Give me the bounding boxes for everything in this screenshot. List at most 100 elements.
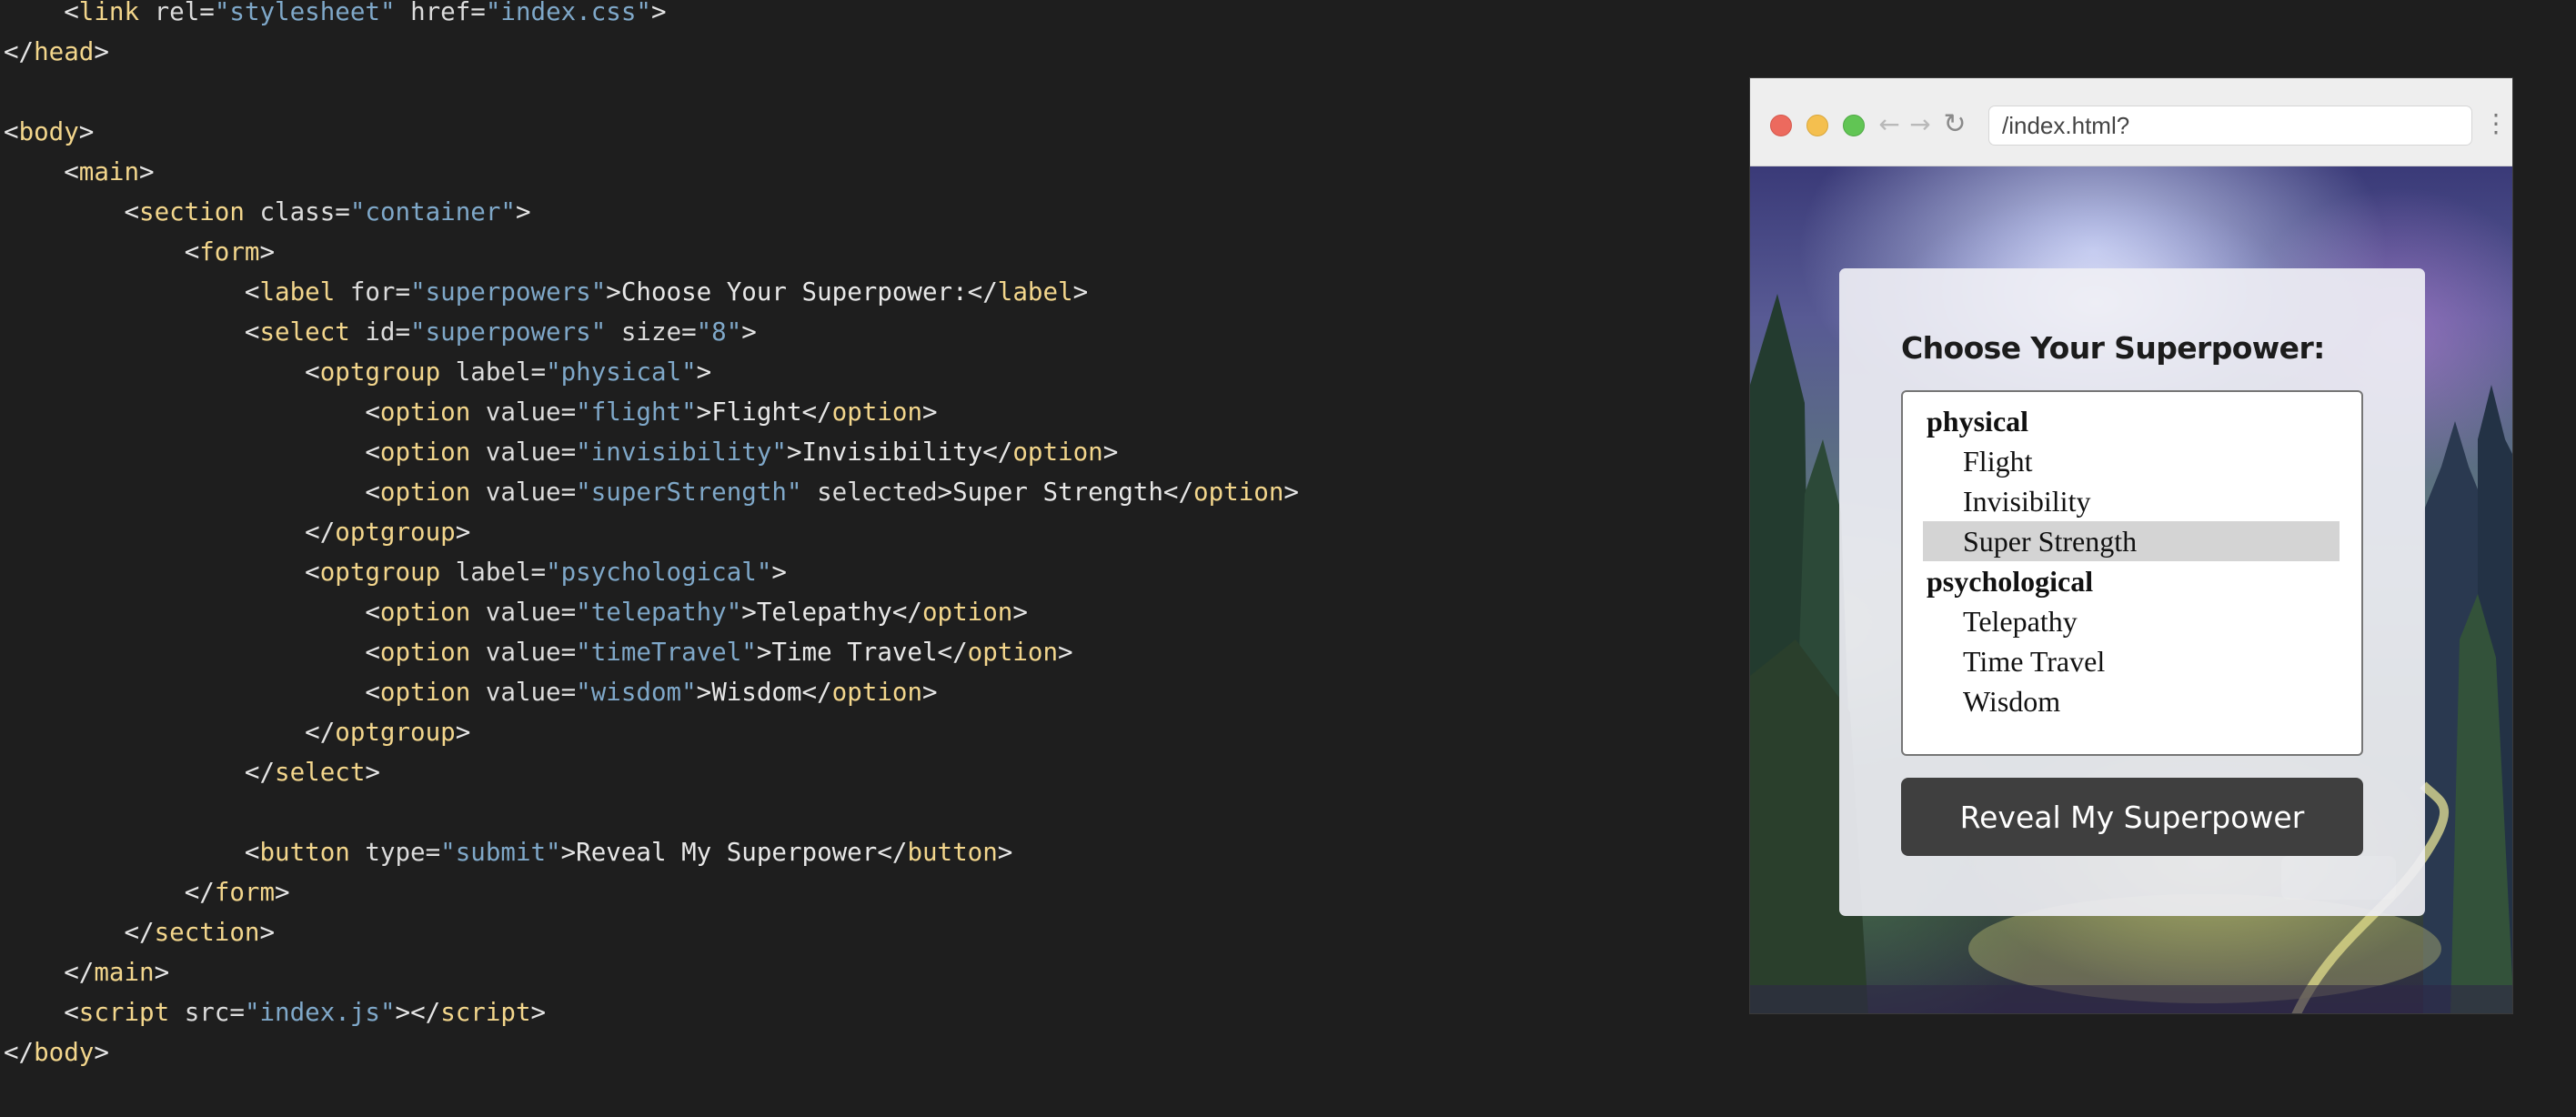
code-token-punct: </ — [891, 598, 922, 627]
code-line: </select> — [4, 752, 380, 792]
code-token-punct: > — [275, 878, 290, 907]
code-token-punct: > — [1058, 638, 1073, 667]
code-token-text: Super Strength — [952, 478, 1163, 507]
code-token-tag: section — [154, 918, 260, 947]
code-token-tag: form — [199, 237, 260, 267]
code-token-str: "psychological" — [546, 558, 772, 587]
code-token-punct: < — [244, 277, 260, 307]
code-token-attr: value= — [470, 397, 577, 427]
code-token-punct: > — [786, 438, 802, 467]
code-token-punct: > — [922, 678, 938, 707]
code-line: <button type="submit">Reveal My Superpow… — [4, 832, 1012, 872]
option-selected[interactable]: Super Strength — [1923, 521, 2340, 561]
close-window-button[interactable] — [1770, 115, 1792, 136]
code-line: </section> — [4, 912, 275, 952]
code-token-punct: < — [365, 397, 380, 427]
code-token-tag: button — [259, 838, 350, 867]
select-option[interactable]: Invisibility — [1923, 481, 2340, 521]
code-line: <script src="index.js"></script> — [4, 992, 546, 1032]
code-line: </optgroup> — [4, 712, 470, 752]
code-token-text: Wisdom — [711, 678, 802, 707]
code-token-tag: label — [997, 277, 1073, 307]
kebab-menu-icon[interactable]: ⋮ — [2483, 104, 2509, 144]
code-token-str: "submit" — [440, 838, 561, 867]
code-token-punct: </ — [124, 918, 155, 947]
code-token-punct: </ — [305, 718, 336, 747]
maximize-window-button[interactable] — [1843, 115, 1865, 136]
code-editor[interactable]: <link rel="stylesheet" href="index.css">… — [0, 0, 1728, 1117]
code-token-punct: </ — [937, 638, 968, 667]
code-token-punct: > — [650, 0, 667, 26]
code-token-str: "superpowers" — [410, 317, 607, 347]
watermark — [2281, 856, 2396, 900]
optgroup-label: physical — [1927, 405, 2029, 438]
code-token-punct: > — [259, 918, 276, 947]
code-line: <optgroup label="physical"> — [4, 352, 711, 392]
code-line: <option value="wisdom">Wisdom</option> — [4, 672, 938, 712]
code-token-tag: main — [94, 958, 155, 987]
code-token-tag: link — [78, 0, 140, 26]
code-token-punct: > — [756, 638, 772, 667]
code-token-text: Flight — [711, 397, 802, 427]
arrow-left-icon[interactable]: ← — [1876, 109, 1903, 140]
minimize-window-button[interactable] — [1806, 115, 1828, 136]
code-token-attr: value= — [470, 638, 577, 667]
code-line: <option value="invisibility">Invisibilit… — [4, 432, 1118, 472]
code-token-punct: > — [515, 197, 531, 226]
reveal-superpower-button[interactable]: Reveal My Superpower — [1901, 778, 2363, 856]
code-token-tag: option — [922, 598, 1013, 627]
code-line: <option value="timeTravel">Time Travel</… — [4, 632, 1073, 672]
select-option[interactable]: Time Travel — [1923, 641, 2340, 681]
select-option[interactable]: Flight — [1923, 441, 2340, 481]
code-token-str: "index.css" — [485, 0, 651, 26]
code-token-punct: > — [560, 838, 577, 867]
superpowers-select[interactable]: physical Flight Invisibility Super Strength… — [1901, 390, 2363, 756]
address-bar[interactable]: /index.html? — [1988, 106, 2472, 146]
code-line: </form> — [4, 872, 290, 912]
code-token-punct: < — [305, 558, 320, 587]
code-token-tag: optgroup — [335, 718, 456, 747]
code-token-tag: option — [831, 678, 922, 707]
code-token-punct: < — [244, 838, 260, 867]
code-token-attr: value= — [470, 598, 577, 627]
optgroup-label: psychological — [1927, 565, 2094, 598]
code-token-str: "index.js" — [244, 998, 396, 1027]
code-token-punct: </ — [967, 277, 998, 307]
code-token-attr: href= — [395, 0, 486, 26]
code-token-tag: option — [379, 438, 471, 467]
code-line: <body> — [4, 112, 94, 152]
code-token-punct: < — [244, 317, 260, 347]
code-token-tag: body — [34, 1038, 95, 1067]
code-token-punct: > — [1072, 277, 1089, 307]
select-option[interactable]: Telepathy — [1923, 601, 2340, 641]
code-token-punct: > — [696, 357, 712, 387]
arrow-right-icon[interactable]: → — [1907, 109, 1934, 140]
code-token-tag: option — [379, 678, 471, 707]
code-token-tag: select — [259, 317, 350, 347]
code-token-punct: < — [184, 237, 200, 267]
code-token-tag: main — [78, 157, 140, 186]
superpower-label: Choose Your Superpower: — [1901, 330, 2325, 366]
page-viewport: Choose Your Superpower: physical Flight In… — [1750, 166, 2512, 1013]
code-token-str: "superpowers" — [410, 277, 607, 307]
code-token-punct: > — [696, 678, 712, 707]
code-token-tag: optgroup — [335, 518, 456, 547]
code-token-text: Choose Your Superpower: — [620, 277, 968, 307]
code-token-attr: selected — [801, 478, 938, 507]
code-line: <label for="superpowers">Choose Your Sup… — [4, 272, 1088, 312]
select-option[interactable]: Wisdom — [1923, 681, 2340, 721]
code-token-text: Telepathy — [756, 598, 892, 627]
code-line: <link rel="stylesheet" href="index.css"> — [4, 0, 667, 32]
code-token-tag: head — [34, 37, 95, 66]
code-token-punct: > — [259, 237, 276, 267]
code-token-str: "physical" — [546, 357, 697, 387]
code-token-tag: option — [1193, 478, 1284, 507]
code-token-text: Reveal My Superpower — [576, 838, 878, 867]
code-token-punct: < — [64, 157, 79, 186]
reload-icon[interactable]: ↻ — [1941, 109, 1968, 140]
